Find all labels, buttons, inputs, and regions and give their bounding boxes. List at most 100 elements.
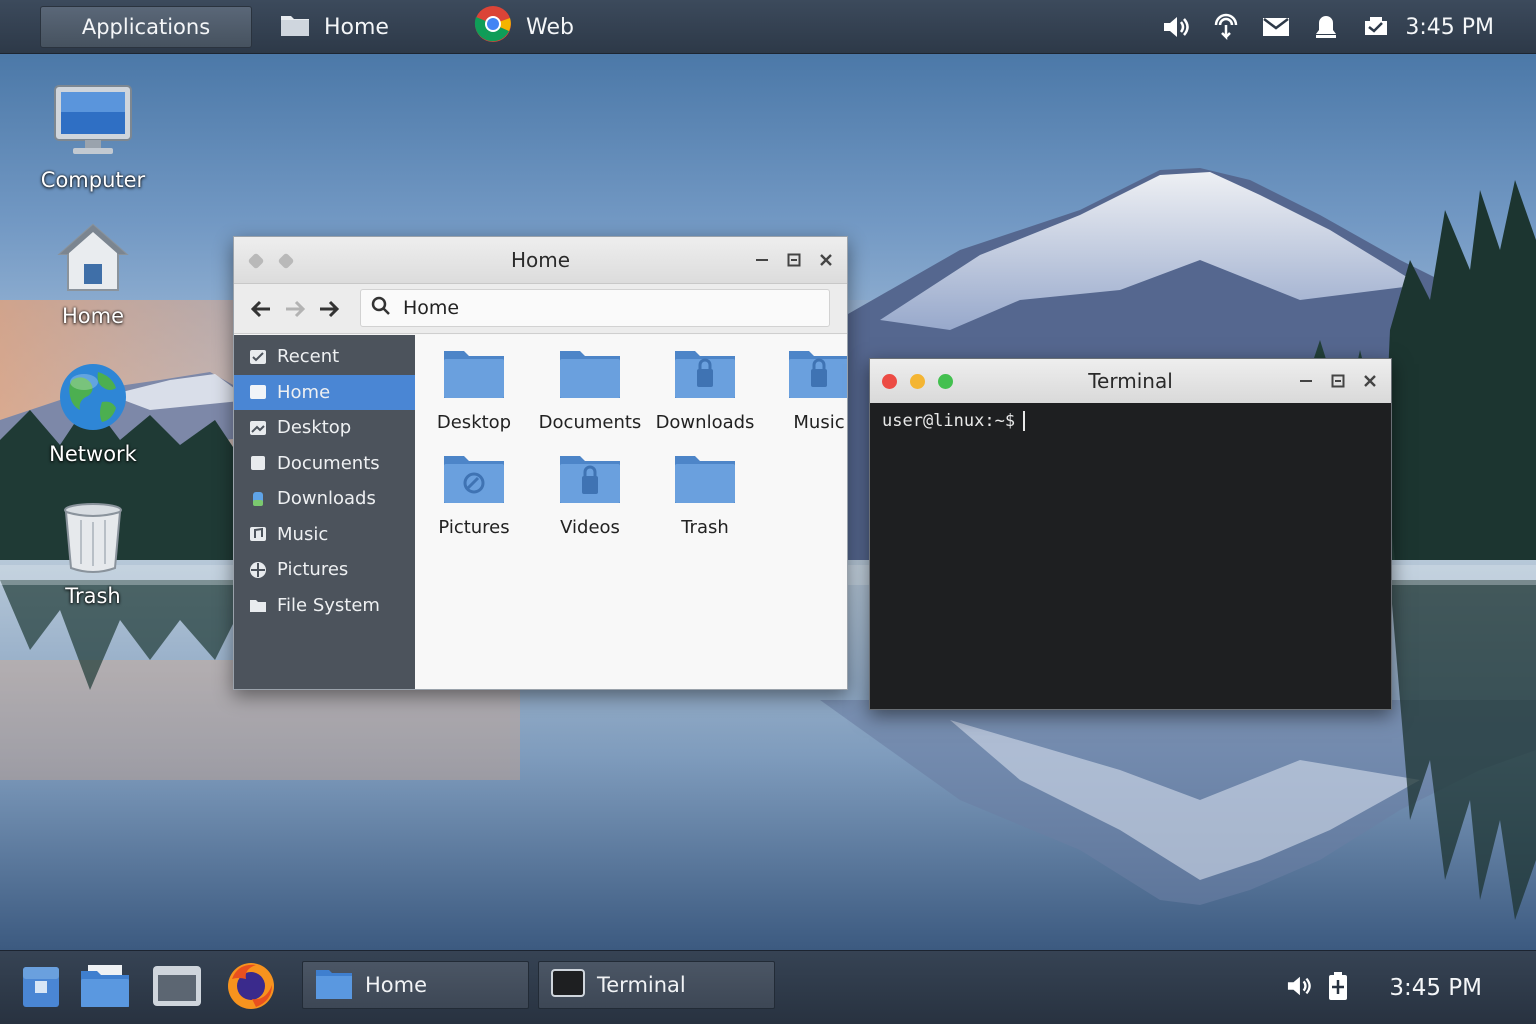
globe-icon — [58, 362, 128, 436]
pictures-folder-icon — [442, 450, 506, 511]
minimize-button[interactable] — [910, 374, 925, 389]
window-menu-dots[interactable] — [247, 252, 295, 270]
sidebar-item-label: Desktop — [277, 417, 352, 439]
top-panel: Applications Home Web 3:45 PM — [0, 0, 1536, 54]
volume-icon[interactable] — [1151, 0, 1201, 54]
document-icon — [249, 455, 267, 471]
task-label: Terminal — [597, 973, 686, 997]
forward-button[interactable] — [278, 292, 312, 326]
close-button[interactable] — [817, 251, 835, 269]
folder-label: Downloads — [655, 412, 755, 433]
folder-label: Desktop — [436, 412, 512, 433]
maximize-button[interactable] — [785, 251, 803, 269]
music-folder-icon — [787, 345, 847, 406]
task-label: Home — [365, 973, 428, 997]
folder-item-pictures[interactable]: Pictures — [416, 450, 532, 538]
recent-icon — [249, 349, 267, 365]
taskbar-window-launcher[interactable] — [152, 963, 202, 1013]
battery-icon[interactable] — [1351, 0, 1401, 54]
window-title: Home — [510, 248, 571, 272]
terminal-window: Terminal user@linux:~$ — [869, 358, 1392, 710]
sidebar-item-home[interactable]: Home — [234, 374, 415, 410]
search-icon — [371, 296, 391, 321]
up-button[interactable] — [312, 292, 346, 326]
sidebar-item-music[interactable]: Music — [234, 517, 415, 553]
taskbar-folder-launcher[interactable] — [80, 963, 130, 1013]
folder-icon — [80, 963, 130, 1013]
drive-icon — [249, 597, 267, 613]
file-manager-content: Desktop Documents Downloads Music Pictur… — [415, 335, 847, 689]
minimize-button[interactable] — [1297, 372, 1315, 390]
panel-web-launcher[interactable]: Web — [474, 5, 574, 49]
desktop-icon-trash[interactable]: Trash — [28, 502, 158, 608]
sidebar-item-label: Pictures — [277, 559, 349, 581]
desktop-icon-label: Network — [49, 442, 137, 466]
taskbar-task-terminal[interactable]: Terminal — [538, 961, 775, 1009]
location-bar[interactable]: Home — [360, 289, 830, 327]
desktop-icon-home[interactable]: Home — [28, 222, 158, 328]
zoom-button[interactable] — [938, 374, 953, 389]
folder-label: Videos — [560, 517, 620, 538]
folder-item-videos[interactable]: Videos — [532, 450, 648, 538]
chrome-icon — [474, 5, 512, 49]
computer-icon — [53, 84, 133, 162]
taskbar-clock[interactable]: 3:45 PM — [1389, 975, 1482, 1001]
panel-home-launcher[interactable]: Home — [280, 8, 389, 46]
terminal-titlebar[interactable]: Terminal — [870, 359, 1391, 403]
folder-label: Trash — [681, 517, 729, 538]
network-icon[interactable] — [1201, 0, 1251, 54]
minimize-button[interactable] — [753, 251, 771, 269]
videos-folder-icon — [558, 450, 622, 511]
bell-icon[interactable] — [1301, 0, 1351, 54]
sidebar-item-label: Music — [277, 523, 329, 545]
sidebar-item-label: Home — [277, 381, 331, 403]
taskbar-task-home[interactable]: Home — [302, 961, 529, 1009]
sidebar-item-recent[interactable]: Recent — [234, 339, 415, 375]
desktop-icon — [249, 420, 267, 436]
pictures-icon — [249, 561, 267, 578]
folder-icon — [315, 966, 353, 1005]
folder-icon — [558, 345, 622, 406]
desktop-icon-label: Trash — [65, 584, 121, 608]
close-button[interactable] — [1361, 372, 1379, 390]
terminal-icon — [551, 968, 585, 1002]
folder-item-desktop[interactable]: Desktop — [416, 345, 532, 433]
desktop-icon-network[interactable]: Network — [28, 362, 158, 466]
sidebar-item-documents[interactable]: Documents — [234, 446, 415, 482]
sidebar-item-file-system[interactable]: File System — [234, 588, 415, 624]
sidebar-item-pictures[interactable]: Pictures — [234, 552, 415, 588]
back-button[interactable] — [244, 292, 278, 326]
maximize-button[interactable] — [1329, 372, 1347, 390]
folder-item-documents[interactable]: Documents — [532, 345, 648, 433]
file-manager-window: Home Home Recent Home Desktop Documents … — [233, 236, 848, 690]
window-icon — [152, 965, 202, 1011]
file-manager-titlebar[interactable]: Home — [234, 237, 847, 284]
terminal-body[interactable]: user@linux:~$ — [870, 403, 1391, 439]
volume-icon[interactable] — [1285, 974, 1313, 1002]
close-button[interactable] — [882, 374, 897, 389]
folder-item-trash[interactable]: Trash — [647, 450, 763, 538]
folder-item-downloads[interactable]: Downloads — [647, 345, 763, 433]
home-icon — [249, 384, 267, 400]
desktop-icon-computer[interactable]: Computer — [28, 84, 158, 192]
desktop-icon-label: Computer — [40, 168, 146, 192]
panel-web-label: Web — [526, 14, 574, 40]
folder-item-music[interactable]: Music — [761, 345, 847, 433]
music-icon — [249, 526, 267, 542]
mail-icon[interactable] — [1251, 0, 1301, 54]
taskbar-files-launcher[interactable] — [16, 963, 66, 1013]
firefox-icon — [226, 961, 276, 1015]
folder-icon — [673, 450, 737, 511]
applications-menu-button[interactable]: Applications — [40, 6, 252, 48]
sidebar-item-desktop[interactable]: Desktop — [234, 410, 415, 446]
window-title: Terminal — [1088, 369, 1173, 393]
desktop-icon-label: Home — [61, 304, 124, 328]
folder-label: Pictures — [438, 517, 510, 538]
sidebar-item-label: Documents — [277, 452, 380, 474]
file-manager-toolbar: Home — [234, 284, 847, 334]
top-clock[interactable]: 3:45 PM — [1405, 15, 1494, 40]
taskbar-firefox-launcher[interactable] — [226, 963, 276, 1013]
sidebar-item-downloads[interactable]: Downloads — [234, 481, 415, 517]
battery-icon[interactable] — [1327, 971, 1349, 1005]
file-manager-sidebar: Recent Home Desktop Documents Downloads … — [234, 335, 415, 689]
